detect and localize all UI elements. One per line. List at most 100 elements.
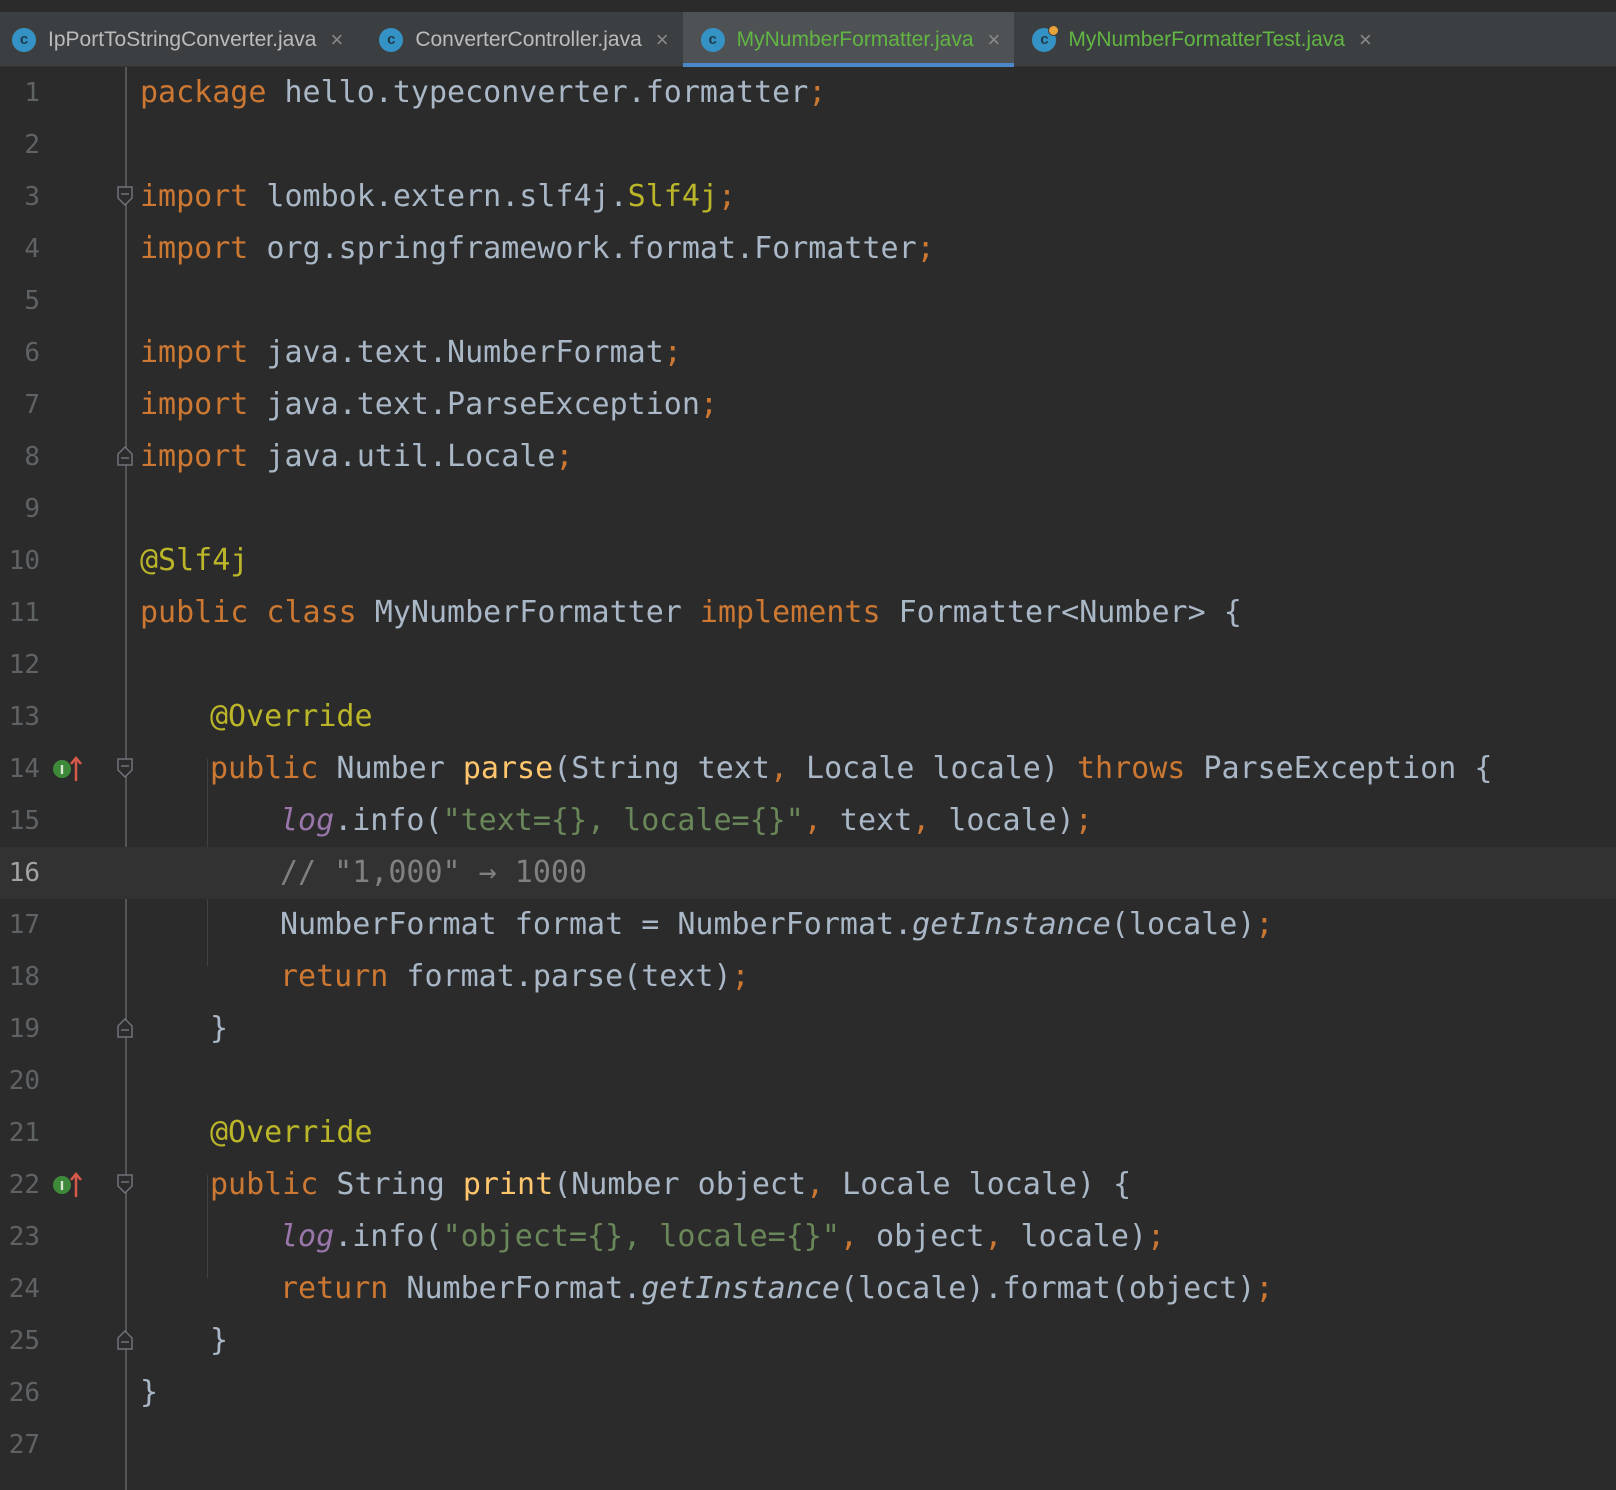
code-line[interactable]: 8 import java.util.Locale;	[0, 431, 1616, 483]
code-text: import org.springframework.format.Format…	[140, 223, 935, 275]
code-token: Formatter<Number> {	[880, 595, 1242, 630]
code-line[interactable]: 24 return NumberFormat.getInstance(locale…	[0, 1263, 1616, 1315]
code-token: }	[140, 1375, 159, 1410]
fold-end-icon[interactable]	[116, 1329, 134, 1351]
code-token: hello.typeconverter.formatter	[266, 75, 809, 110]
code-text: return format.parse(text);	[280, 951, 750, 1003]
tab-my-number-formatter[interactable]: c MyNumberFormatter.java ×	[682, 12, 1015, 67]
line-number: 12	[8, 650, 40, 680]
tab-label: IpPortToStringConverter.java	[48, 27, 317, 51]
fold-collapse-icon[interactable]	[116, 1173, 134, 1195]
fold-collapse-icon[interactable]	[116, 757, 134, 779]
line-number: 2	[24, 130, 40, 160]
code-token: .info(	[334, 803, 443, 838]
code-line[interactable]: 1 package hello.typeconverter.formatter;	[0, 67, 1616, 119]
code-text: @Slf4j	[140, 535, 248, 587]
line-number: 26	[8, 1378, 40, 1408]
fold-end-icon[interactable]	[116, 1017, 134, 1039]
line-number: 10	[8, 546, 40, 576]
close-icon[interactable]: ×	[330, 27, 343, 53]
code-token: object	[857, 1219, 985, 1254]
code-token: org.springframework.format.Formatter	[248, 231, 917, 266]
code-token: ,	[839, 1219, 858, 1254]
svg-text:I: I	[60, 1179, 64, 1193]
code-token: implements	[699, 595, 881, 630]
tab-ipport-to-string-converter[interactable]: c IpPortToStringConverter.java ×	[0, 12, 357, 67]
code-token: lombok.extern.slf4j.	[248, 179, 628, 214]
code-token: throws	[1076, 751, 1186, 786]
code-line[interactable]: 27	[0, 1419, 1616, 1471]
tab-my-number-formatter-test[interactable]: c MyNumberFormatterTest.java ×	[1014, 12, 1385, 67]
close-icon[interactable]: ×	[656, 27, 669, 53]
code-token: log	[280, 803, 335, 838]
code-line[interactable]: 25}	[0, 1315, 1616, 1367]
code-line[interactable]: 5	[0, 275, 1616, 327]
code-text: import java.util.Locale;	[140, 431, 573, 483]
line-number: 20	[8, 1066, 40, 1096]
line-number: 24	[8, 1274, 40, 1304]
svg-text:I: I	[60, 763, 64, 777]
code-line[interactable]: 7 import java.text.ParseException;	[0, 379, 1616, 431]
close-icon[interactable]: ×	[1359, 27, 1372, 53]
implements-method-icon[interactable]: I	[52, 755, 92, 783]
code-token: format.parse(text)	[388, 959, 732, 994]
code-line[interactable]: 9	[0, 483, 1616, 535]
code-line[interactable]: 15 log.info("text={}, locale={}", text, l…	[0, 795, 1616, 847]
code-token: ;	[1255, 907, 1274, 942]
line-number: 4	[24, 234, 40, 264]
code-text: package hello.typeconverter.formatter;	[140, 67, 826, 119]
code-editor[interactable]: 1 package hello.typeconverter.formatter; 2…	[0, 67, 1616, 1490]
fold-collapse-icon[interactable]	[116, 185, 134, 207]
code-text: import lombok.extern.slf4j.Slf4j;	[140, 171, 736, 223]
code-token: ;	[1146, 1219, 1166, 1254]
code-line[interactable]: 19}	[0, 1003, 1616, 1055]
code-token: (locale)	[1110, 907, 1256, 942]
code-line[interactable]: 13 @Override	[0, 691, 1616, 743]
line-number: 9	[24, 494, 40, 524]
code-line[interactable]: 18 return format.parse(text);	[0, 951, 1616, 1003]
code-token: java.text.NumberFormat	[248, 335, 664, 370]
code-line[interactable]: 17 NumberFormat format = NumberFormat.get…	[0, 899, 1616, 951]
code-token: NumberFormat format = NumberFormat.	[280, 907, 913, 942]
code-token: }	[210, 1323, 229, 1358]
code-token: public	[210, 751, 319, 786]
code-text: import java.text.NumberFormat;	[140, 327, 682, 379]
code-token: Locale locale)	[788, 751, 1077, 786]
code-text: }	[210, 1003, 228, 1055]
code-line[interactable]: 4 import org.springframework.format.Forma…	[0, 223, 1616, 275]
code-token: .info(	[334, 1219, 443, 1254]
code-token: @Override	[210, 1115, 373, 1150]
line-number: 22	[8, 1170, 40, 1200]
code-line[interactable]: 21 @Override	[0, 1107, 1616, 1159]
line-number: 27	[8, 1430, 40, 1460]
code-token: ;	[731, 959, 750, 994]
code-text: import java.text.ParseException;	[140, 379, 718, 431]
line-number: 25	[8, 1326, 40, 1356]
code-line[interactable]: 20	[0, 1055, 1616, 1107]
line-number: 18	[8, 962, 40, 992]
tab-converter-controller[interactable]: c ConverterController.java ×	[357, 12, 682, 67]
implements-method-icon[interactable]: I	[52, 1171, 92, 1199]
code-line[interactable]: 12	[0, 639, 1616, 691]
code-line[interactable]: 22 Ipublic String print(Number object, Lo…	[0, 1159, 1616, 1211]
code-line[interactable]: 10 @Slf4j	[0, 535, 1616, 587]
code-line[interactable]: 16 // "1,000" → 1000	[0, 847, 1616, 899]
code-text: public Number parse(String text, Locale …	[210, 743, 1492, 795]
code-line[interactable]: 2	[0, 119, 1616, 171]
code-line[interactable]: 23 log.info("object={}, locale={}", objec…	[0, 1211, 1616, 1263]
code-line[interactable]: 6 import java.text.NumberFormat;	[0, 327, 1616, 379]
code-line[interactable]: 11 public class MyNumberFormatter impleme…	[0, 587, 1616, 639]
line-number: 11	[8, 598, 40, 628]
fold-end-icon[interactable]	[116, 445, 134, 467]
code-token: ;	[717, 179, 737, 214]
close-icon[interactable]: ×	[988, 27, 1001, 53]
code-token: package	[140, 75, 267, 110]
code-line[interactable]: 14 Ipublic Number parse(String text, Loca…	[0, 743, 1616, 795]
code-token: (String text	[553, 751, 770, 786]
line-number: 19	[8, 1014, 40, 1044]
code-text: public String print(Number object, Local…	[210, 1159, 1131, 1211]
code-line[interactable]: 3 import lombok.extern.slf4j.Slf4j;	[0, 171, 1616, 223]
line-number: 6	[24, 338, 40, 368]
code-line[interactable]: 26}	[0, 1367, 1616, 1419]
code-text: }	[210, 1315, 228, 1367]
